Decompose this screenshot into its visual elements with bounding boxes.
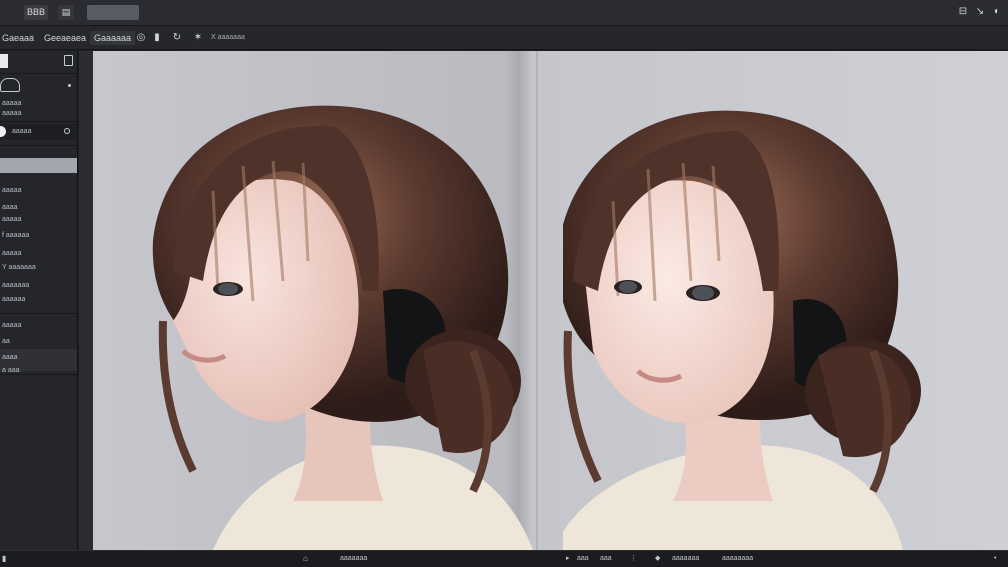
status-left-icon: ▮: [2, 554, 7, 563]
sidebar-item[interactable]: Y aaaaaaa: [0, 261, 77, 275]
status-end-icon[interactable]: •: [994, 553, 996, 565]
sidebar-item[interactable]: aaaaa: [0, 184, 77, 198]
status-bar: ▮ ⌂ aaaaaaa ▸ aaa aaa ⋮ ◆ aaaaaaa aaaaaa…: [0, 550, 1008, 567]
radio-icon[interactable]: [64, 128, 70, 134]
panel-icon[interactable]: [64, 55, 73, 66]
sidebar-item[interactable]: aaaa: [0, 351, 77, 365]
tab-geeaeaea[interactable]: Geeaeaea: [44, 31, 86, 45]
sidebar-highlight-bar[interactable]: [0, 158, 77, 173]
dot-icon: [68, 84, 71, 87]
panel-icon[interactable]: ⊟: [957, 6, 969, 18]
sidebar-tab-marker[interactable]: [0, 54, 8, 68]
portrait-right-image: [563, 110, 921, 550]
sidebar-item[interactable]: aaaaa: [10, 125, 60, 139]
status-right-text-3: aaaaaaa: [672, 555, 700, 562]
status-marker: ▸: [566, 555, 570, 562]
sidebar-item[interactable]: a aaa: [0, 364, 77, 378]
status-right-text-2: aaa: [600, 555, 612, 562]
canvas-gutter: [79, 51, 93, 550]
tab-gaaaaaa[interactable]: Gaaaaaa: [90, 31, 136, 45]
sidebar-item[interactable]: aaaaa: [0, 247, 77, 261]
sidebar-item[interactable]: aaaaa: [0, 107, 77, 121]
sidebar-item[interactable]: aaaaaa: [0, 293, 77, 307]
bar-icon[interactable]: ▮: [151, 31, 163, 45]
toolbar: Gaeaaa » Geeaeaea Gaaaaaa ◎ ▮ ↻ ✶ X aaaa…: [0, 26, 1008, 50]
portrait-left-image: [152, 105, 533, 550]
menu-button[interactable]: BBB: [24, 5, 48, 20]
status-center-text: aaaaaaa: [340, 555, 368, 562]
headphones-icon[interactable]: ◐: [991, 6, 1003, 18]
search-input[interactable]: [87, 5, 139, 20]
cloud-icon: [0, 78, 20, 92]
sidebar-item[interactable]: aa: [0, 335, 77, 349]
left-sidebar: aaaaa aaaaa aaaaa aaaaa aaaa aaaaa f aaa…: [0, 51, 78, 550]
tab-separator: »: [30, 34, 34, 41]
lock-icon[interactable]: ⌂: [303, 553, 308, 565]
info-text: X aaaaaaa: [211, 34, 245, 41]
document-icon[interactable]: ▤: [58, 5, 74, 20]
status-right-text-4: aaaaaaaa: [722, 555, 754, 562]
wand-icon[interactable]: ✶: [192, 31, 204, 45]
sidebar-item[interactable]: f aaaaaa: [0, 229, 77, 243]
top-bar: BBB ▤ ⊟ ↘ ◐: [0, 0, 1008, 26]
status-right-text-1: aaa: [577, 555, 589, 562]
sidebar-item[interactable]: aaaaaaa: [0, 279, 77, 293]
refresh-icon[interactable]: ↻: [171, 31, 183, 45]
status-grid-icon[interactable]: ⋮: [630, 553, 637, 565]
circle-icon[interactable]: ◎: [135, 31, 147, 45]
status-right-icon[interactable]: ◆: [655, 553, 660, 565]
image-canvas[interactable]: [93, 51, 1008, 550]
arrow-icon[interactable]: ↘: [974, 6, 986, 18]
sidebar-item[interactable]: aaaaa: [0, 319, 77, 333]
sidebar-item[interactable]: aaaaa: [0, 213, 77, 227]
